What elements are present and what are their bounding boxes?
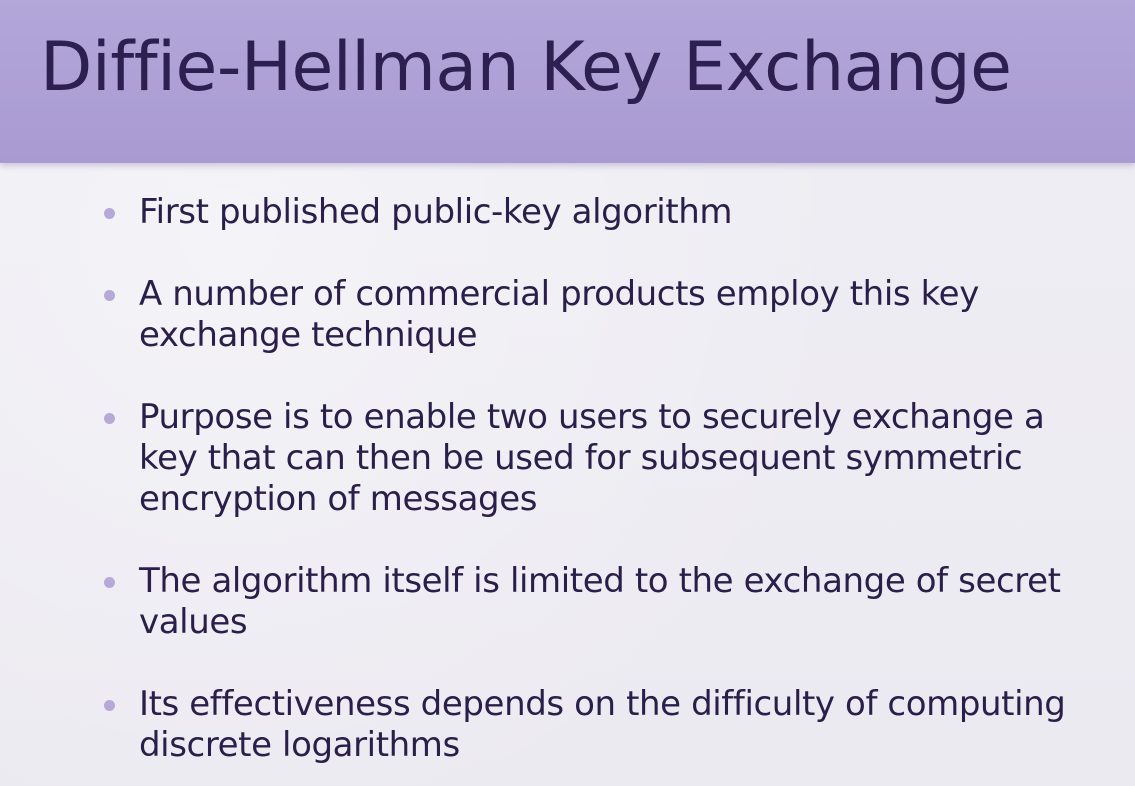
- bullet-dot-icon: [104, 413, 115, 424]
- bullet-item: A number of commercial products employ t…: [98, 274, 1098, 356]
- bullet-text: A number of commercial products employ t…: [139, 274, 979, 355]
- bullet-item: First published public-key algorithm: [98, 192, 1098, 233]
- bullet-item: The algorithm itself is limited to the e…: [98, 561, 1098, 643]
- bullet-list: First published public-key algorithm A n…: [98, 192, 1098, 766]
- bullet-item: Its effectiveness depends on the difficu…: [98, 684, 1098, 766]
- bullet-text: Purpose is to enable two users to secure…: [139, 397, 1045, 519]
- bullet-dot-icon: [104, 290, 115, 301]
- bullet-item: Purpose is to enable two users to secure…: [98, 397, 1098, 520]
- title-band: Diffie-Hellman Key Exchange: [0, 0, 1135, 163]
- slide: Diffie-Hellman Key Exchange First publis…: [0, 0, 1135, 786]
- bullet-dot-icon: [104, 208, 115, 219]
- bullet-dot-icon: [104, 700, 115, 711]
- bullet-text: Its effectiveness depends on the difficu…: [139, 684, 1066, 765]
- slide-title: Diffie-Hellman Key Exchange: [40, 28, 1012, 107]
- bullet-text: The algorithm itself is limited to the e…: [139, 561, 1061, 642]
- bullet-text: First published public-key algorithm: [139, 192, 733, 232]
- bullet-dot-icon: [104, 577, 115, 588]
